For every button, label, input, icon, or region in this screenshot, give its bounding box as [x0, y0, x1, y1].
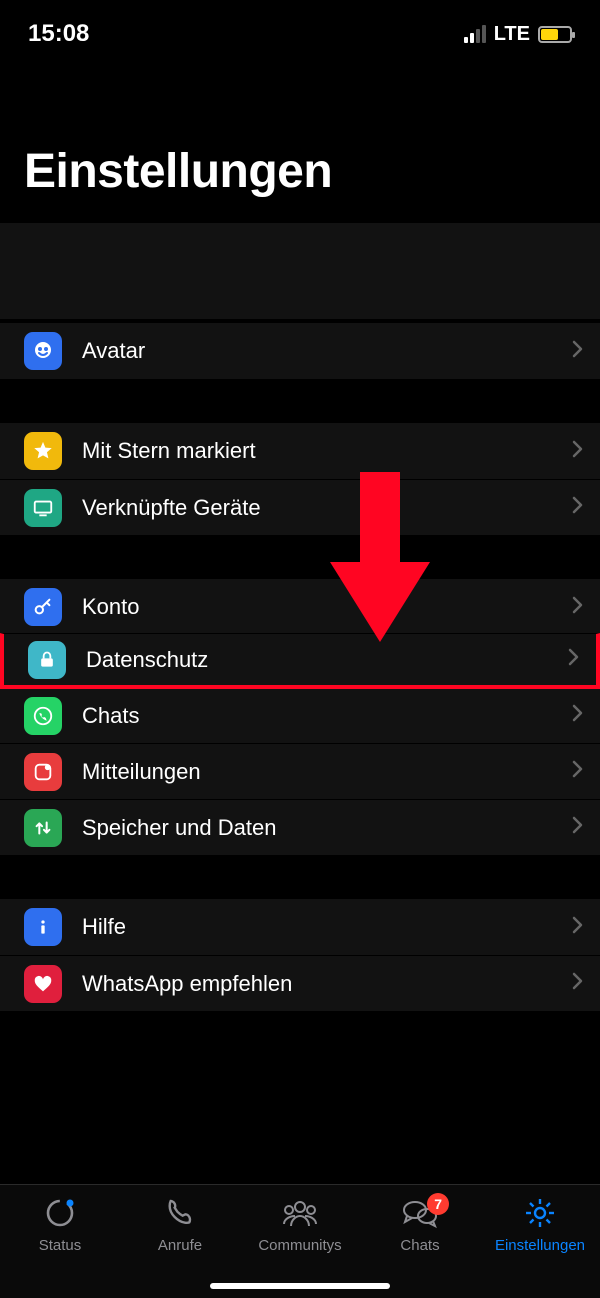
chevron-right-icon [572, 596, 584, 619]
chevron-right-icon [572, 972, 584, 995]
chevron-right-icon [572, 704, 584, 727]
chevron-right-icon [572, 340, 584, 363]
row-starred[interactable]: Mit Stern markiert [0, 423, 600, 479]
row-account[interactable]: Konto [0, 579, 600, 635]
clock: 15:08 [28, 20, 89, 48]
chevron-right-icon [568, 648, 580, 671]
tab-calls[interactable]: Anrufe [120, 1195, 240, 1254]
notification-icon [24, 753, 62, 791]
page-title: Einstellungen [0, 54, 600, 223]
row-label: WhatsApp empfehlen [82, 971, 572, 997]
chevron-right-icon [572, 760, 584, 783]
row-notifications[interactable]: Mitteilungen [0, 743, 600, 799]
row-label: Konto [82, 594, 572, 620]
row-avatar[interactable]: Avatar [0, 323, 600, 379]
tab-label: Status [39, 1237, 82, 1254]
row-label: Datenschutz [86, 647, 568, 673]
row-label: Hilfe [82, 914, 572, 940]
gear-icon [524, 1195, 556, 1231]
chevron-right-icon [572, 816, 584, 839]
info-icon [24, 908, 62, 946]
status-right: LTE [464, 23, 572, 46]
people-icon [281, 1195, 319, 1231]
tab-chats[interactable]: 7 Chats [360, 1195, 480, 1254]
tab-label: Einstellungen [495, 1237, 585, 1254]
row-label: Speicher und Daten [82, 815, 572, 841]
tab-label: Chats [400, 1237, 439, 1254]
chevron-right-icon [572, 916, 584, 939]
whatsapp-icon [24, 697, 62, 735]
row-chats[interactable]: Chats [0, 687, 600, 743]
settings-group-1: Avatar [0, 323, 600, 379]
row-label: Chats [82, 703, 572, 729]
chevron-right-icon [572, 440, 584, 463]
row-help[interactable]: Hilfe [0, 899, 600, 955]
row-linked-devices[interactable]: Verknüpfte Geräte [0, 479, 600, 535]
settings-group-3: Konto Datenschutz Chats Mitteilungen Spe… [0, 579, 600, 855]
star-icon [24, 432, 62, 470]
status-ring-icon [43, 1195, 77, 1231]
settings-group-2: Mit Stern markiert Verknüpfte Geräte [0, 423, 600, 535]
chats-badge: 7 [427, 1193, 449, 1215]
chevron-right-icon [572, 496, 584, 519]
row-tell-friend[interactable]: WhatsApp empfehlen [0, 955, 600, 1011]
heart-icon [24, 965, 62, 1003]
cellular-signal-icon [464, 25, 486, 43]
lock-icon [28, 641, 66, 679]
home-indicator[interactable] [210, 1283, 390, 1289]
row-label: Verknüpfte Geräte [82, 495, 572, 521]
row-label: Mitteilungen [82, 759, 572, 785]
tab-label: Anrufe [158, 1237, 202, 1254]
profile-card[interactable] [0, 223, 600, 323]
key-icon [24, 588, 62, 626]
avatar-icon [24, 332, 62, 370]
battery-icon [538, 26, 572, 43]
row-label: Mit Stern markiert [82, 438, 572, 464]
data-arrows-icon [24, 809, 62, 847]
tab-status[interactable]: Status [0, 1195, 120, 1254]
phone-icon [164, 1195, 196, 1231]
tab-bar: Status Anrufe Communitys 7 Chats Einstel… [0, 1184, 600, 1298]
settings-group-4: Hilfe WhatsApp empfehlen [0, 899, 600, 1011]
monitor-icon [24, 489, 62, 527]
row-label: Avatar [82, 338, 572, 364]
tab-settings[interactable]: Einstellungen [480, 1195, 600, 1254]
row-privacy[interactable]: Datenschutz [0, 633, 600, 689]
network-label: LTE [494, 23, 530, 46]
status-bar: 15:08 LTE [0, 0, 600, 54]
row-storage[interactable]: Speicher und Daten [0, 799, 600, 855]
tab-communities[interactable]: Communitys [240, 1195, 360, 1254]
tab-label: Communitys [258, 1237, 341, 1254]
